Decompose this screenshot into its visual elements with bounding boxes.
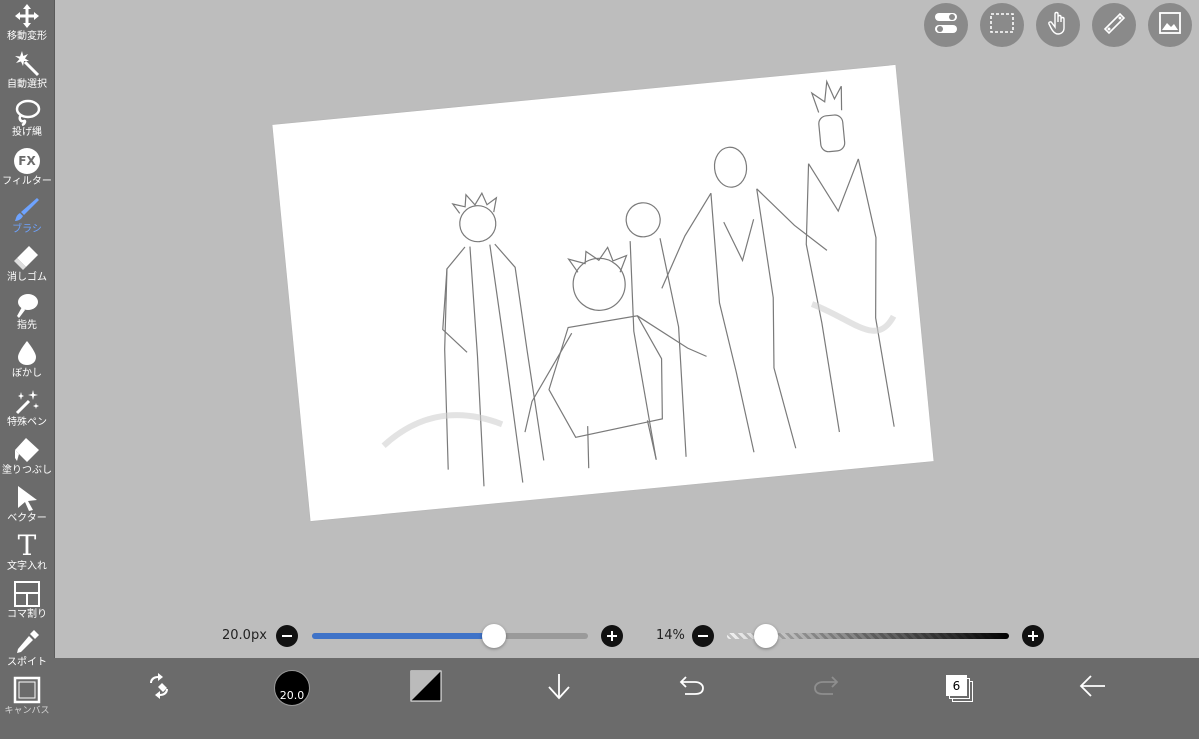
eyedropper-icon <box>13 628 41 656</box>
swap-eraser-button[interactable] <box>139 668 179 708</box>
tool-label: フィルター <box>2 176 52 187</box>
panel-divide-icon <box>13 580 41 608</box>
back-arrow-icon <box>1077 673 1107 703</box>
fill-bucket-icon <box>13 436 41 464</box>
redo-icon <box>811 673 841 703</box>
lasso-icon <box>13 98 41 126</box>
text-tool-glyph: T <box>17 529 37 562</box>
redo-button[interactable] <box>806 668 846 708</box>
tool-label: 消しゴム <box>7 272 47 283</box>
sketch-artwork <box>381 79 897 487</box>
eraser-icon <box>13 243 41 271</box>
color-button[interactable] <box>406 668 446 708</box>
download-icon <box>546 671 572 705</box>
blur-drop-icon <box>13 339 41 367</box>
minus-icon <box>697 627 709 646</box>
layer-count: 6 <box>952 678 961 693</box>
tool-fill[interactable]: 塗りつぶし <box>0 434 54 482</box>
tool-label: キャンバス <box>4 706 50 716</box>
opacity-knob[interactable] <box>754 624 779 648</box>
undo-icon <box>677 673 707 703</box>
canvas-icon <box>13 676 41 704</box>
tool-canvas[interactable]: キャンバス <box>0 674 54 739</box>
brush-size-fill <box>312 633 495 639</box>
tool-label: 自動選択 <box>7 79 47 90</box>
tool-text[interactable]: T 文字入れ <box>0 530 54 578</box>
opacity-label: 14% <box>656 628 685 643</box>
brush-icon <box>13 195 41 223</box>
tool-label: 塗りつぶし <box>1 465 53 476</box>
tool-label: 指先 <box>17 320 37 331</box>
minus-icon <box>281 627 293 646</box>
drawing-canvas[interactable] <box>272 64 934 522</box>
touch-gesture-icon <box>1045 10 1071 40</box>
tool-eyedropper[interactable]: スポイト <box>0 626 54 674</box>
tool-label: 文字入れ <box>7 561 47 572</box>
brush-size-icon: 20.0 <box>274 670 310 706</box>
tool-label: ぼかし <box>12 368 42 379</box>
brush-size-label: 20.0px <box>222 628 267 643</box>
plus-icon <box>1027 627 1039 646</box>
tool-vector[interactable]: ベクター <box>0 482 54 530</box>
ruler-icon <box>1101 10 1127 40</box>
tool-label: 移動変形 <box>7 31 47 42</box>
brush-size-decrease-button[interactable] <box>276 625 298 647</box>
tool-panel-divide[interactable]: コマ割り <box>0 578 54 626</box>
toggle-panel-icon <box>933 10 959 40</box>
bottom-toolbar: 20.0 6 <box>54 658 1199 739</box>
brush-size-increase-button[interactable] <box>601 625 623 647</box>
fx-filter-icon: FX <box>13 147 41 175</box>
toggle-panel-button[interactable] <box>924 3 968 47</box>
fx-text: FX <box>18 154 36 168</box>
text-tool-icon: T <box>13 532 41 560</box>
material-image-button[interactable] <box>1148 3 1192 47</box>
tool-label: ブラシ <box>12 224 42 235</box>
brush-size-knob[interactable] <box>482 624 507 648</box>
undo-button[interactable] <box>672 668 712 708</box>
brush-size-slider[interactable] <box>312 633 588 639</box>
download-button[interactable] <box>539 668 579 708</box>
plus-icon <box>606 627 618 646</box>
finger-smudge-icon <box>13 291 41 319</box>
tool-brush[interactable]: ブラシ <box>0 193 54 241</box>
brush-size-button[interactable]: 20.0 <box>272 668 312 708</box>
tool-finger[interactable]: 指先 <box>0 289 54 337</box>
tool-special-pen[interactable]: 特殊ペン <box>0 386 54 434</box>
material-image-icon <box>1157 10 1183 40</box>
tool-label: 投げ縄 <box>12 127 42 138</box>
opacity-decrease-button[interactable] <box>692 625 714 647</box>
layers-icon: 6 <box>944 673 974 703</box>
move-transform-icon <box>13 2 41 30</box>
ruler-button[interactable] <box>1092 3 1136 47</box>
special-pen-icon <box>13 388 41 416</box>
tool-label: ベクター <box>7 513 47 524</box>
tool-label: スポイト <box>7 657 47 668</box>
layers-button[interactable]: 6 <box>939 668 979 708</box>
tool-blur[interactable]: ぼかし <box>0 337 54 385</box>
tool-lasso[interactable]: 投げ縄 <box>0 96 54 144</box>
selection-button[interactable] <box>980 3 1024 47</box>
selection-icon <box>989 10 1015 40</box>
vector-cursor-icon <box>13 484 41 512</box>
magic-wand-icon <box>13 50 41 78</box>
color-swatch-icon <box>410 670 442 706</box>
opacity-increase-button[interactable] <box>1022 625 1044 647</box>
touch-gesture-button[interactable] <box>1036 3 1080 47</box>
tool-label: 特殊ペン <box>7 417 47 428</box>
back-button[interactable] <box>1072 668 1112 708</box>
brush-size-value: 20.0 <box>279 689 305 702</box>
tool-eraser[interactable]: 消しゴム <box>0 241 54 289</box>
tool-move-transform[interactable]: 移動変形 <box>0 0 54 48</box>
tool-filter[interactable]: FX フィルター <box>0 145 54 193</box>
tool-sidebar: 移動変形 自動選択 投げ縄 FX フィルター ブラシ 消しゴム 指先 ぼかし 特… <box>0 0 55 739</box>
tool-label: コマ割り <box>7 609 47 620</box>
swap-colors-icon <box>144 671 174 705</box>
tool-auto-select[interactable]: 自動選択 <box>0 48 54 96</box>
